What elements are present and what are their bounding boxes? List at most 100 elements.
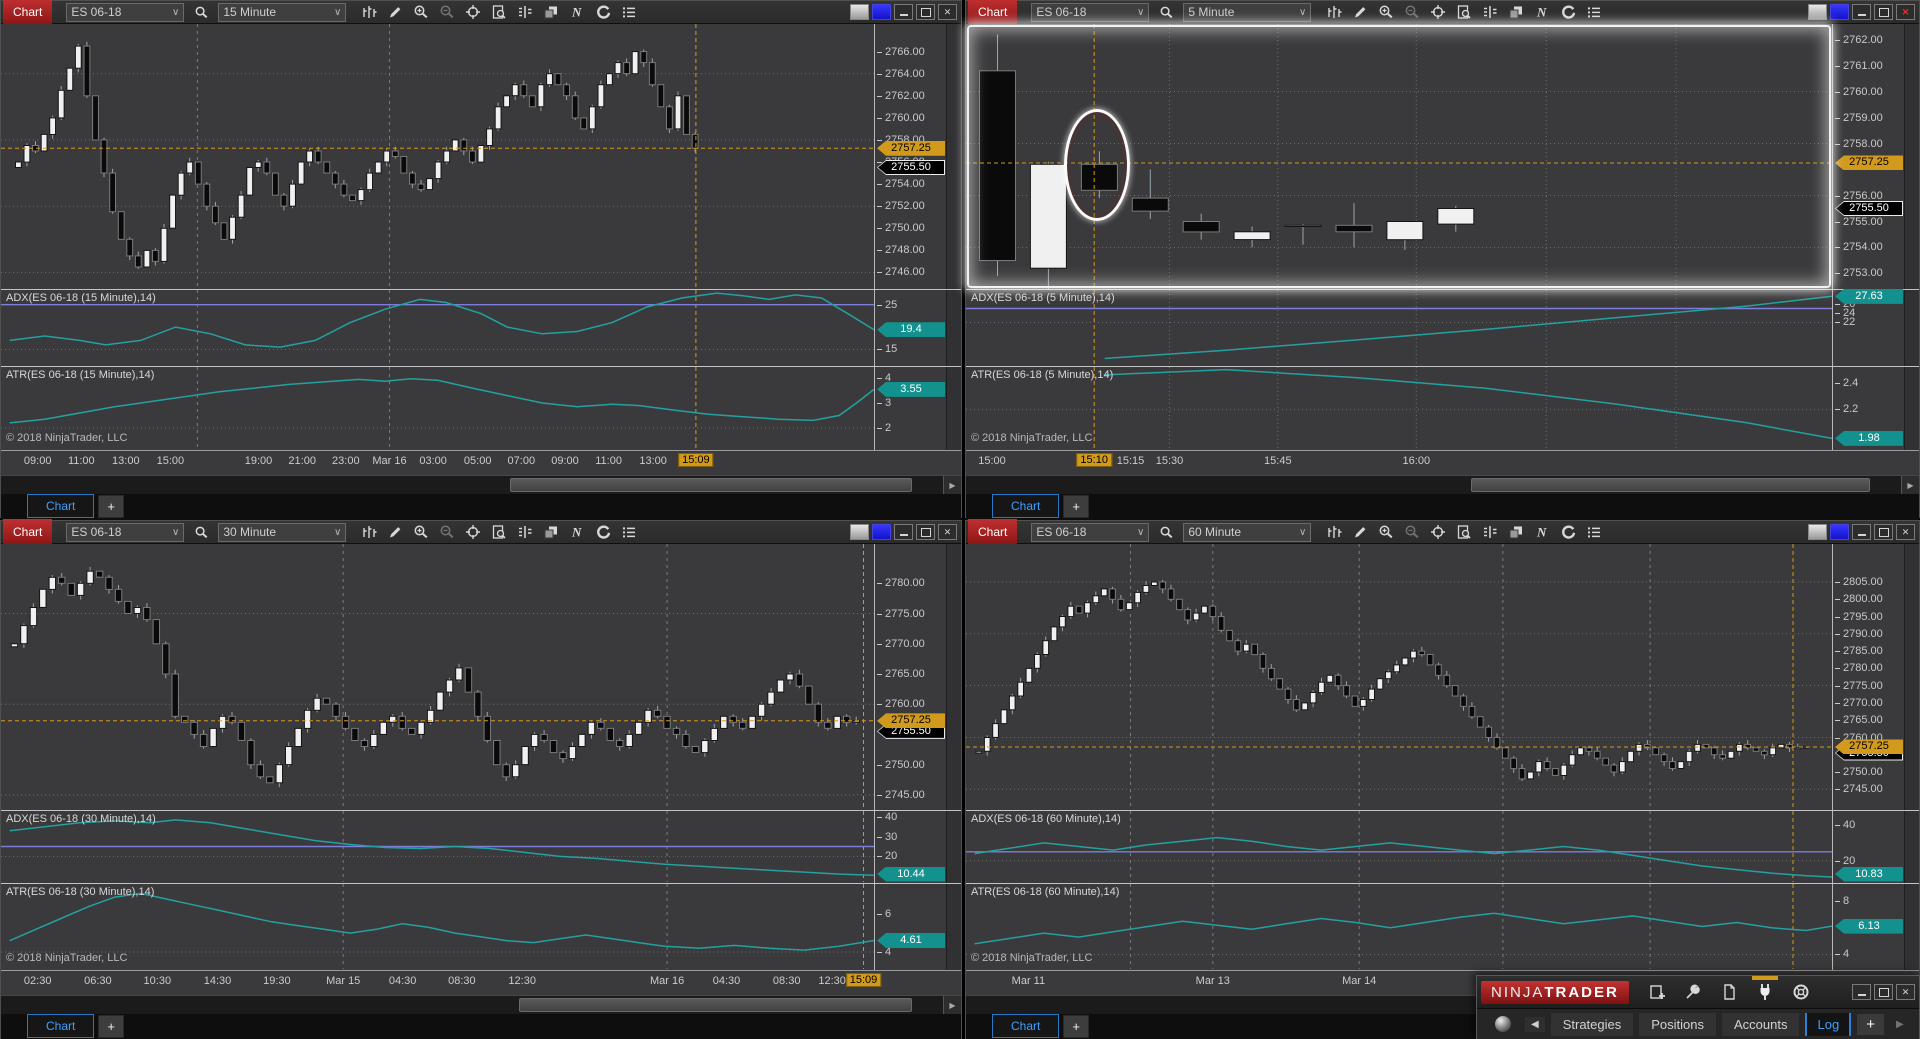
adx-plot-area[interactable]: ADX(ES 06-18 (15 Minute),14) bbox=[1, 290, 874, 366]
windows-icon[interactable] bbox=[540, 523, 562, 541]
instrument-link-button[interactable] bbox=[850, 4, 869, 20]
scrollbar-thumb[interactable] bbox=[509, 478, 913, 492]
reload-icon[interactable] bbox=[592, 3, 614, 21]
zoom-out-icon[interactable] bbox=[1401, 523, 1423, 541]
instrument-link-button[interactable] bbox=[1808, 4, 1827, 20]
atr-axis[interactable]: 8 4 6.13 bbox=[1832, 884, 1904, 970]
wrench-icon[interactable] bbox=[1680, 981, 1706, 1003]
chart-scrollbar[interactable]: ▶ bbox=[1, 995, 961, 1014]
adx-axis[interactable]: 26 24 22 27.63 bbox=[1832, 288, 1904, 366]
interval-dropdown[interactable]: 30 Minute ∨ bbox=[218, 522, 347, 542]
minimize-button[interactable] bbox=[1852, 984, 1871, 1000]
instrument-search-icon[interactable] bbox=[1155, 3, 1177, 21]
crosshair-icon[interactable] bbox=[1427, 3, 1449, 21]
ninjascript-icon[interactable]: N bbox=[1531, 523, 1553, 541]
zoom-out-icon[interactable] bbox=[1401, 3, 1423, 21]
price-axis[interactable]: 2766.002764.002762.002760.002758.002756.… bbox=[874, 24, 946, 289]
help-icon[interactable] bbox=[1788, 981, 1814, 1003]
tab-chart[interactable]: Chart bbox=[992, 494, 1060, 518]
price-plot-area[interactable] bbox=[1, 24, 874, 289]
data-window-icon[interactable] bbox=[488, 523, 510, 541]
interval-link-button[interactable] bbox=[1830, 524, 1849, 540]
windows-icon[interactable] bbox=[540, 3, 562, 21]
close-button[interactable]: ✕ bbox=[1896, 984, 1915, 1000]
minimize-button[interactable] bbox=[1852, 4, 1871, 20]
instrument-link-button[interactable] bbox=[850, 524, 869, 540]
atr-plot-area[interactable]: ATR(ES 06-18 (5 Minute),14) © 2018 NinjaT… bbox=[966, 367, 1832, 450]
scrollbar-track[interactable] bbox=[1, 476, 943, 494]
chart-style-icon[interactable] bbox=[1323, 3, 1345, 21]
properties-icon[interactable] bbox=[618, 523, 640, 541]
zoom-in-icon[interactable] bbox=[410, 3, 432, 21]
tab-strategies[interactable]: Strategies bbox=[1550, 1012, 1634, 1036]
tab-chart[interactable]: Chart bbox=[27, 494, 95, 518]
scroll-right-button[interactable]: ▶ bbox=[943, 996, 961, 1014]
reload-icon[interactable] bbox=[1557, 3, 1579, 21]
windows-icon[interactable] bbox=[1505, 523, 1527, 541]
crosshair-icon[interactable] bbox=[462, 3, 484, 21]
reload-icon[interactable] bbox=[1557, 523, 1579, 541]
maximize-button[interactable] bbox=[916, 524, 935, 540]
reload-icon[interactable] bbox=[592, 523, 614, 541]
tab-chart[interactable]: Chart bbox=[992, 1014, 1060, 1038]
scrollbar-thumb[interactable] bbox=[519, 998, 913, 1012]
draw-icon[interactable] bbox=[1349, 523, 1371, 541]
price-axis[interactable]: 2762.00 2761.00 2760.00 2759.00 2758.00 2756.… bbox=[1832, 24, 1904, 289]
scroll-right-button[interactable]: ▶ bbox=[1901, 476, 1919, 494]
adx-plot-area[interactable]: ADX(ES 06-18 (30 Minute),14) bbox=[1, 811, 874, 883]
data-window-icon[interactable] bbox=[1453, 3, 1475, 21]
close-button[interactable]: ✕ bbox=[1896, 4, 1915, 20]
price-axis[interactable]: 2780.00 2775.00 2770.00 2765.00 2760.00 2750.… bbox=[874, 544, 946, 810]
data-window-icon[interactable] bbox=[1453, 523, 1475, 541]
atr-axis[interactable]: 4 3 2 3.55 bbox=[874, 367, 946, 450]
scrollbar-track[interactable] bbox=[1, 996, 943, 1014]
price-axis[interactable]: 2805.00 2800.00 2795.00 2790.00 2785.00 2780.… bbox=[1832, 544, 1904, 810]
properties-icon[interactable] bbox=[1583, 523, 1605, 541]
chart-style-icon[interactable] bbox=[358, 3, 380, 21]
draw-icon[interactable] bbox=[384, 3, 406, 21]
adx-plot-area[interactable]: ADX(ES 06-18 (60 Minute),14) bbox=[966, 811, 1832, 883]
adx-plot-area[interactable]: ADX(ES 06-18 (5 Minute),14) bbox=[966, 290, 1832, 366]
instrument-search-icon[interactable] bbox=[190, 523, 212, 541]
maximize-button[interactable] bbox=[916, 4, 935, 20]
instrument-dropdown[interactable]: ES 06-18 ∨ bbox=[66, 2, 185, 22]
plug-icon[interactable] bbox=[1751, 976, 1778, 1003]
atr-plot-area[interactable]: ATR(ES 06-18 (60 Minute),14) © 2018 Ninja… bbox=[966, 884, 1832, 970]
scrollbar-track[interactable] bbox=[966, 476, 1901, 494]
draw-icon[interactable] bbox=[384, 523, 406, 541]
instrument-search-icon[interactable] bbox=[190, 3, 212, 21]
properties-icon[interactable] bbox=[618, 3, 640, 21]
zoom-in-icon[interactable] bbox=[1375, 3, 1397, 21]
adx-axis[interactable]: 40 20 10.83 bbox=[1832, 811, 1904, 883]
scrollbar-thumb[interactable] bbox=[1470, 478, 1871, 492]
close-button[interactable]: ✕ bbox=[938, 4, 957, 20]
new-window-icon[interactable] bbox=[1644, 981, 1670, 1003]
instrument-dropdown[interactable]: ES 06-18 ∨ bbox=[1031, 522, 1150, 542]
properties-icon[interactable] bbox=[1583, 3, 1605, 21]
connection-status-orb[interactable] bbox=[1495, 1016, 1511, 1032]
add-tab-button[interactable]: + bbox=[98, 1015, 124, 1038]
ninjascript-icon[interactable]: N bbox=[1531, 3, 1553, 21]
add-tab-button[interactable]: + bbox=[98, 495, 124, 518]
chart-trader-icon[interactable] bbox=[514, 523, 536, 541]
scroll-right-button[interactable]: ▶ bbox=[943, 476, 961, 494]
chart-scrollbar[interactable]: ▶ bbox=[966, 475, 1919, 494]
maximize-button[interactable] bbox=[1874, 984, 1893, 1000]
chart-scrollbar[interactable]: ▶ bbox=[1, 475, 961, 494]
tab-chart[interactable]: Chart bbox=[27, 1014, 95, 1038]
chart-trader-icon[interactable] bbox=[1479, 523, 1501, 541]
instrument-search-icon[interactable] bbox=[1155, 523, 1177, 541]
atr-axis[interactable]: 2.4 2.2 1.98 bbox=[1832, 367, 1904, 450]
interval-link-button[interactable] bbox=[872, 4, 891, 20]
tab-accounts[interactable]: Accounts bbox=[1722, 1012, 1800, 1036]
crosshair-icon[interactable] bbox=[1427, 523, 1449, 541]
price-plot-area[interactable] bbox=[966, 24, 1832, 289]
price-plot-area[interactable] bbox=[966, 544, 1832, 810]
interval-dropdown[interactable]: 60 Minute ∨ bbox=[1183, 522, 1312, 542]
add-tab-button[interactable]: + bbox=[1857, 1013, 1884, 1035]
chart-trader-icon[interactable] bbox=[514, 3, 536, 21]
draw-icon[interactable] bbox=[1349, 3, 1371, 21]
tab-log[interactable]: Log bbox=[1805, 1012, 1852, 1036]
close-button[interactable]: ✕ bbox=[1896, 524, 1915, 540]
zoom-out-icon[interactable] bbox=[436, 3, 458, 21]
